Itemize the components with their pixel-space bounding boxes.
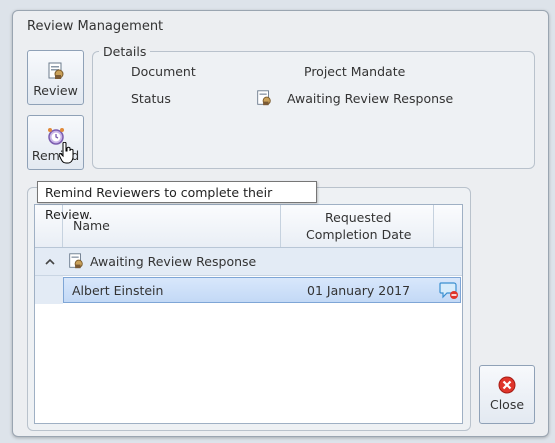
row-date: 01 January 2017 [307,283,411,298]
row-indent [35,276,63,304]
hand-cursor-icon [59,142,74,164]
close-icon [498,376,516,394]
review-management-window: Review Management Review Remind Details … [12,10,549,437]
document-label: Document [131,64,196,79]
column-header-action [434,205,462,247]
column-header-name[interactable]: Name [63,205,281,247]
remind-button[interactable]: Remind [27,115,84,170]
table-row[interactable]: Albert Einstein 01 January 2017 [63,277,461,303]
details-legend: Details [103,44,147,59]
group-row[interactable]: Awaiting Review Response [35,248,462,276]
column-header-date-line2: Completion Date [306,227,412,242]
status-value: Awaiting Review Response [287,91,454,106]
remind-tooltip: Remind Reviewers to complete their Revie… [37,181,317,222]
review-button-label: Review [33,83,78,98]
window-title: Review Management [27,19,164,34]
details-panel: Details [92,44,535,169]
close-button[interactable]: Close [479,365,535,424]
row-name: Albert Einstein [72,283,164,298]
column-header-date-line1: Requested [325,210,392,225]
review-button[interactable]: Review [27,50,84,105]
close-button-label: Close [489,397,525,412]
column-header-completion-date[interactable]: Requested Completion Date [281,205,434,247]
group-status-icon [69,253,83,269]
reviewers-grid: Name Requested Completion Date Awaiting … [34,204,463,424]
group-label: Awaiting Review Response [90,254,257,269]
review-icon [48,62,63,79]
collapse-chevron-icon[interactable] [45,258,55,266]
comment-remove-icon[interactable] [439,280,459,300]
status-label: Status [131,91,171,106]
document-value: Project Mandate [304,64,406,79]
grid-header: Name Requested Completion Date [35,205,462,248]
status-icon [257,90,271,106]
